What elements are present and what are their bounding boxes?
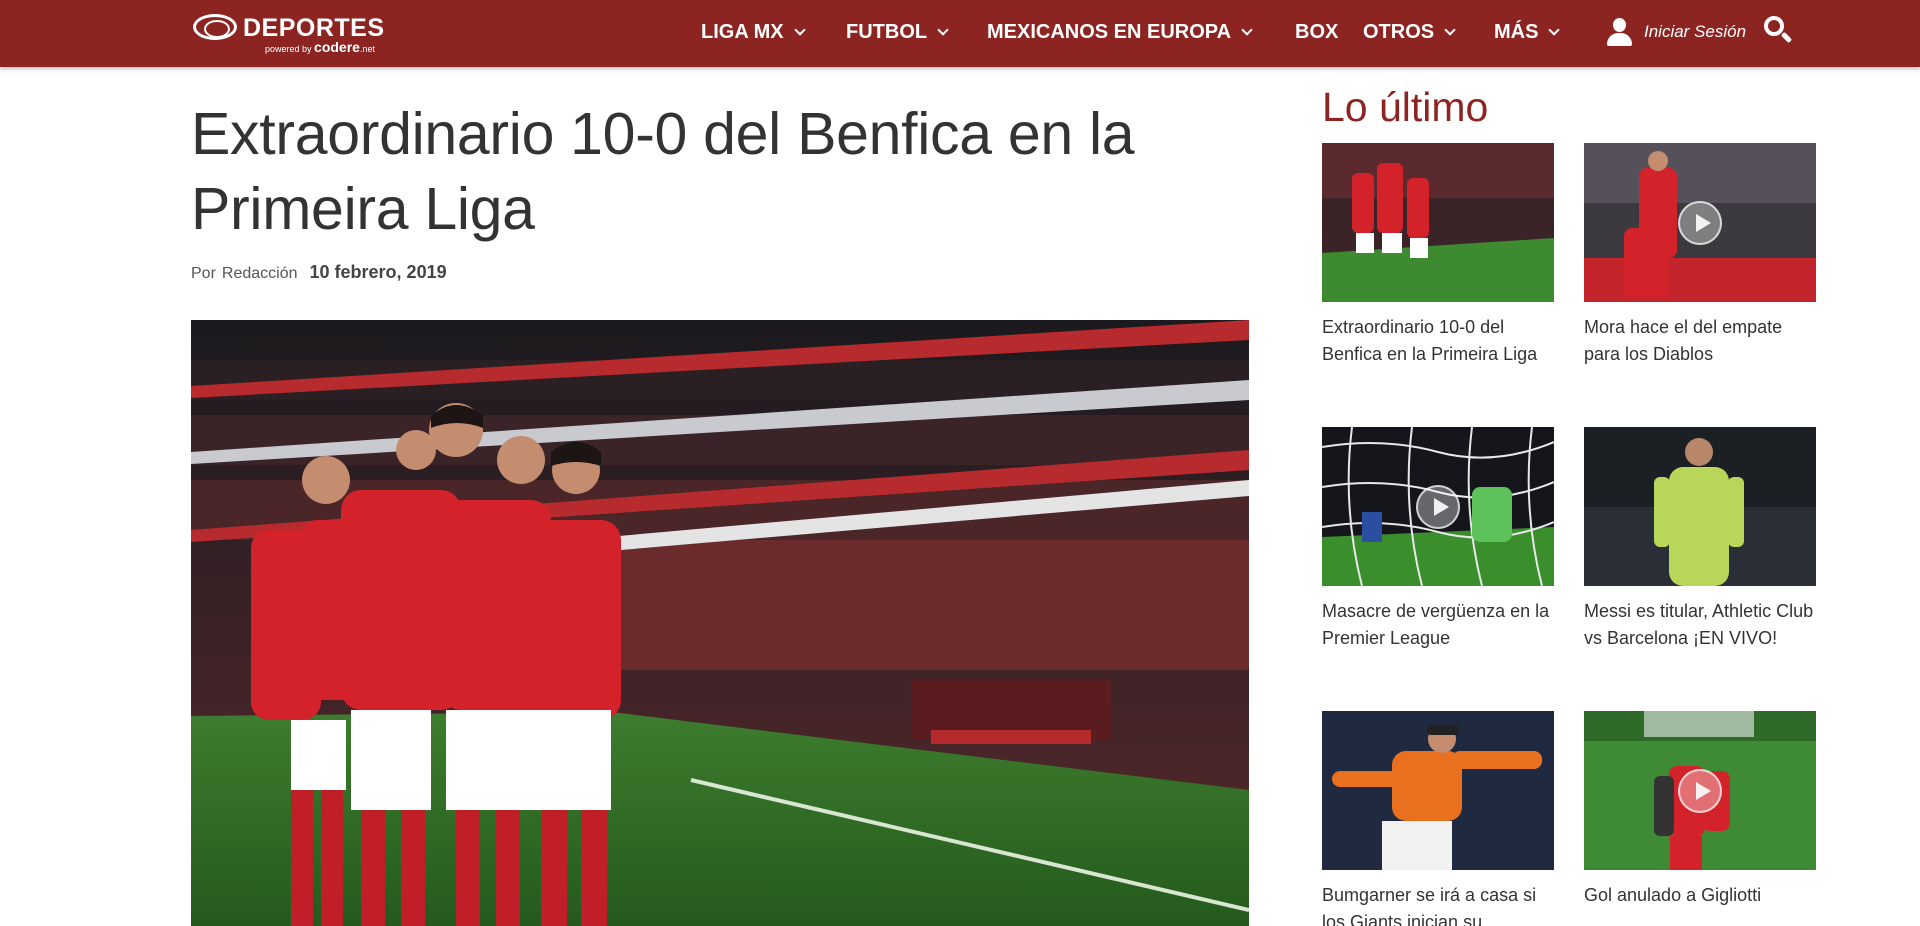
nav-item-label: OTROS [1363,20,1435,43]
powered-by-label: powered by [265,44,312,54]
nav-item-label: LIGA MX [701,20,784,43]
nav-item-futbol[interactable]: FUTBOL [846,0,949,64]
publish-date: 10 febrero, 2019 [309,262,447,282]
search-icon[interactable] [1764,16,1794,46]
play-icon [1678,200,1722,245]
nav-item-label: MEXICANOS EN EUROPA [987,20,1232,43]
card-thumbnail[interactable] [1584,711,1816,870]
card-thumbnail[interactable] [1322,711,1554,870]
byline-prefix: Por [191,265,216,282]
latest-card[interactable]: Masacre de vergüenza en la Premier Leagu… [1322,427,1554,652]
user-icon [1606,18,1632,46]
chevron-down-icon [1548,24,1561,36]
card-title[interactable]: Bumgarner se irá a casa si los Giants in… [1322,882,1554,926]
nav-item-mas[interactable]: MÁS [1494,0,1561,64]
nav-item-label: FUTBOL [846,20,928,43]
chevron-down-icon [1444,24,1456,36]
card-thumbnail[interactable] [1322,427,1554,586]
byline: Por Redacción 10 febrero, 2019 [191,262,447,283]
chevron-down-icon [793,24,806,36]
nav-item-box[interactable]: BOX [1295,0,1338,64]
logo-sponsor: powered by codere.net [265,39,375,55]
nav-item-label: MÁS [1494,20,1539,43]
card-title[interactable]: Extraordinario 10-0 del Benfica en la Pr… [1322,314,1554,368]
nav-item-liga-mx[interactable]: LIGA MX [701,0,806,64]
card-title[interactable]: Gol anulado a Gigliotti [1584,882,1816,909]
chevron-down-icon [937,24,949,36]
card-thumbnail[interactable] [1322,143,1554,302]
hero-photo-players-celebrating [191,320,1249,926]
login-label: Iniciar Sesión [1644,22,1747,41]
card-title[interactable]: Messi es titular, Athletic Club vs Barce… [1584,598,1816,652]
latest-card[interactable]: Mora hace el del empate para los Diablos [1584,143,1816,368]
nav-item-mexicanos-en-europa[interactable]: MEXICANOS EN EUROPA [987,0,1253,64]
nav-item-otros[interactable]: OTROS [1363,0,1456,64]
card-title[interactable]: Mora hace el del empate para los Diablos [1584,314,1816,368]
latest-card[interactable]: Bumgarner se irá a casa si los Giants in… [1322,711,1554,926]
sponsor-suffix: .net [359,44,375,54]
author-link[interactable]: Redacción [222,265,298,283]
logo-ring-icon [193,14,237,40]
login-link[interactable]: Iniciar Sesión [1606,0,1746,64]
play-icon [1678,768,1722,813]
latest-card[interactable]: Gol anulado a Gigliotti [1584,711,1816,909]
sidebar-title: Lo último [1322,84,1489,130]
deportes-logo[interactable]: DEPORTES powered by codere.net [193,12,393,55]
sponsor-name: codere [314,39,360,55]
latest-card[interactable]: Messi es titular, Athletic Club vs Barce… [1584,427,1816,652]
card-thumbnail[interactable] [1584,143,1816,302]
card-thumbnail[interactable] [1584,427,1816,586]
article-title: Extraordinario 10-0 del Benfica en la Pr… [191,101,1135,242]
chevron-down-icon [1241,24,1253,36]
card-title[interactable]: Masacre de vergüenza en la Premier Leagu… [1322,598,1554,652]
play-icon [1416,484,1460,529]
top-navbar: DEPORTES powered by codere.net LIGA MX F… [0,0,1920,67]
nav-item-label: BOX [1295,20,1339,43]
latest-card[interactable]: Extraordinario 10-0 del Benfica en la Pr… [1322,143,1554,368]
hero-image [191,320,1249,926]
